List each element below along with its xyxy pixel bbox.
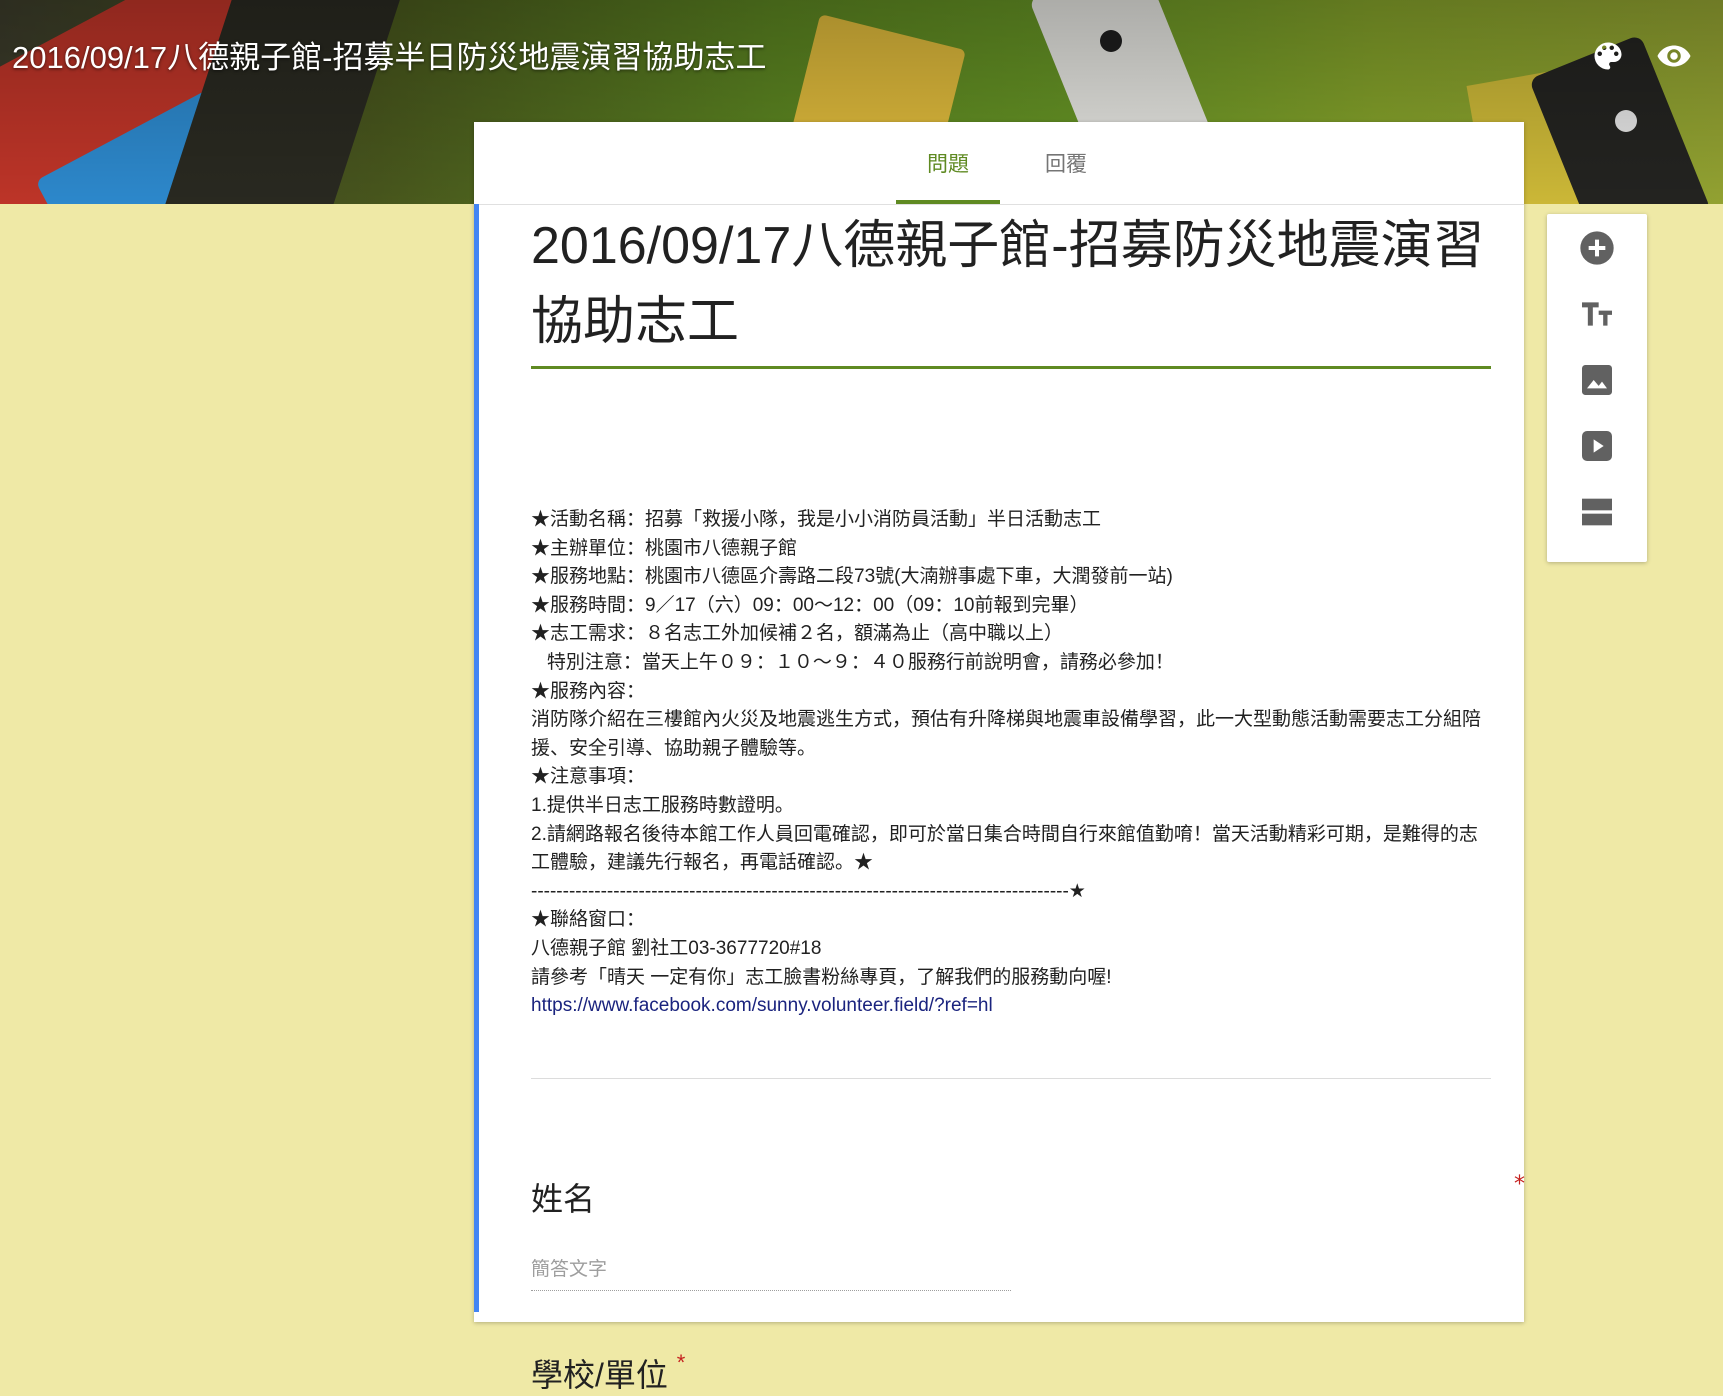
preview-eye-icon[interactable] [1656, 38, 1692, 74]
tab-questions[interactable]: 問題 [896, 148, 1000, 204]
description-line: ★服務地點：桃園市八德區介壽路二段73號(大湳辦事處下車，大潤發前一站) [531, 566, 1173, 588]
form-card: 問題 回覆 2016/09/17八德親子館-招募防災地震演習協助志工 ★活動名稱… [474, 122, 1525, 1393]
question-title-name: 姓名 [531, 1181, 596, 1217]
app-title: 2016/09/17八德親子館-招募半日防災地震演習協助志工 [12, 40, 767, 75]
description-line: ★聯絡窗口： [531, 909, 646, 931]
section-divider [531, 1078, 1491, 1079]
form-description[interactable]: ★活動名稱：招募「救援小隊，我是小小消防員活動」半日活動志工 ★主辦單位：桃園市… [531, 506, 1493, 1021]
description-line: 請參考「晴天 一定有你」志工臉書粉絲專頁，了解我們的服務動向喔! https:/… [531, 964, 1493, 1021]
description-line: ★服務內容： [531, 680, 646, 702]
active-section-accent [474, 204, 479, 1312]
add-image-icon[interactable] [1577, 360, 1617, 400]
name-answer-field[interactable] [531, 1250, 1011, 1291]
question-toolbar [1547, 214, 1647, 562]
tab-bar: 問題 回覆 [474, 122, 1524, 205]
required-asterisk: * [676, 1350, 686, 1375]
facebook-link[interactable]: https://www.facebook.com/sunny.volunteer… [531, 995, 993, 1016]
description-line: 特別注意：當天上午０９：１０～９：４０服務行前說明會，請務必參加！ [531, 651, 1174, 673]
description-line: 八德親子館 劉社工03-3677720#18 [531, 937, 822, 959]
question-title-school-text: 學校/單位 [531, 1357, 668, 1393]
description-line: ★注意事項： [531, 766, 646, 788]
description-line: ★活動名稱：招募「救援小隊，我是小小消防員活動」半日活動志工 [531, 509, 1102, 530]
description-line: 2.請網路報名後待本館工作人員回電確認，即可於當日集合時間自行來館值勤唷！當天活… [531, 823, 1478, 874]
facebook-text: 請參考「晴天 一定有你」志工臉書粉絲專頁，了解我們的服務動向喔! [531, 966, 1117, 988]
description-line: ★服務時間：9／17（六）09：00～12：00（09：10前報到完畢） [531, 594, 1089, 616]
tab-responses[interactable]: 回覆 [1014, 148, 1118, 204]
question-title-school: 學校/單位 * [531, 1350, 685, 1396]
description-line: ★志工需求：８名志工外加候補２名，額滿為止（高中職以上） [531, 623, 1064, 645]
add-section-icon[interactable] [1577, 492, 1617, 532]
description-line: ----------------------------------------… [531, 880, 1086, 902]
description-line: 1.提供半日志工服務時數證明。 [531, 794, 794, 816]
add-video-icon[interactable] [1577, 426, 1617, 466]
required-asterisk: * [1514, 1172, 1525, 1197]
description-line: ★主辦單位：桃園市八德親子館 [531, 537, 798, 559]
description-line: 消防隊介紹在三樓館內火災及地震逃生方式，預估有升降梯與地震車設備學習，此一大型動… [531, 709, 1482, 759]
form-title[interactable]: 2016/09/17八德親子館-招募防災地震演習協助志工 [531, 208, 1491, 369]
add-title-icon[interactable] [1577, 294, 1617, 334]
add-question-icon[interactable] [1577, 228, 1617, 268]
palette-icon[interactable] [1590, 38, 1626, 74]
